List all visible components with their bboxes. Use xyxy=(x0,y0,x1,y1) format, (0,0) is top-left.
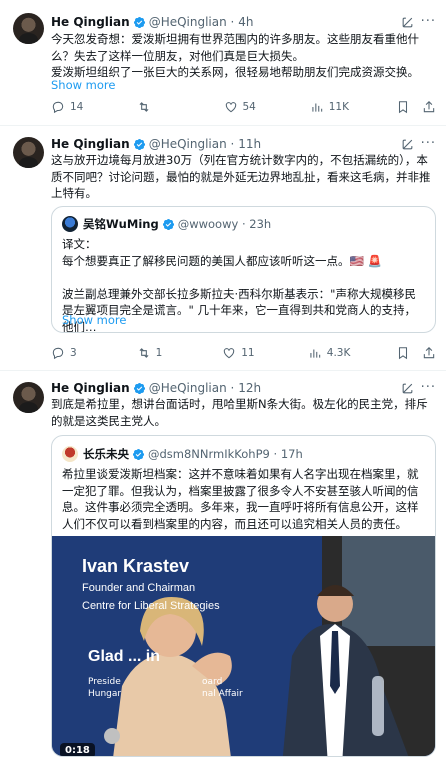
share-icon[interactable] xyxy=(422,100,436,114)
reply-button[interactable]: 14 xyxy=(51,100,91,114)
dot-separator: · xyxy=(226,15,239,29)
repost-icon xyxy=(139,102,149,112)
avatar[interactable] xyxy=(13,382,44,413)
views-icon xyxy=(310,349,320,358)
tweet-text: 这与放开边境每月放进30万（列在官方统计数字内的，不包括漏统的），本质不同吧？讨… xyxy=(51,153,431,200)
tweet-header: He Qinglian @HeQinglian · 11h xyxy=(51,136,261,152)
tweet-2[interactable]: He Qinglian @HeQinglian · 11h ··· 这与放开边境… xyxy=(0,126,446,371)
like-button[interactable]: 54 xyxy=(224,100,264,114)
dot-separator: · xyxy=(238,217,250,231)
banner-name-2: Glad ... in xyxy=(88,648,161,665)
banner-name: Ivan Krastev xyxy=(82,556,190,576)
like-icon xyxy=(225,102,236,113)
tweet-text: 到底是希拉里，想讲台面话时，甩哈里斯N条大街。极左化的民主党，排斥的就是这类民主… xyxy=(51,397,428,428)
like-count: 54 xyxy=(242,101,256,113)
more-icon[interactable]: ··· xyxy=(421,14,436,29)
quoted-tweet[interactable]: 吴铭WuMing @wwoowy · 23h 译文： 每个想要真正了解移民问题的… xyxy=(51,206,436,333)
quote-time: 17h xyxy=(280,447,303,461)
like-icon xyxy=(223,348,235,359)
quote-text: 希拉里谈爱泼斯坦档案：这并不意味着如果有人名字出现在档案里，就一定犯了罪。但我认… xyxy=(62,467,419,531)
grok-icon[interactable] xyxy=(401,382,414,395)
views-button[interactable]: 11K xyxy=(310,100,350,114)
quoted-tweet[interactable]: 长乐未央 @dsm8NNrmIkKohP9 · 17h 希拉里谈爱泼斯坦档案：这… xyxy=(51,435,436,757)
more-icon[interactable]: ··· xyxy=(421,136,436,151)
views-count: 11K xyxy=(328,101,349,113)
tweet-time[interactable]: 4h xyxy=(238,14,253,30)
banner-org: Centre for Liberal Strategies xyxy=(82,600,220,612)
tweet-text: 今天忽发奇想：爱泼斯坦拥有世界范围内的许多朋友。这些朋友看重他什么？失去了这样一… xyxy=(51,32,419,79)
tweet-actions: 14 54 11K xyxy=(51,100,436,114)
like-count: 11 xyxy=(241,347,255,359)
reply-button[interactable]: 3 xyxy=(51,346,91,360)
author-name[interactable]: He Qinglian xyxy=(51,14,130,30)
dot-separator: · xyxy=(226,137,239,151)
video-duration: 0:18 xyxy=(60,743,95,756)
verified-badge-icon xyxy=(132,448,145,460)
dot-separator: · xyxy=(226,381,239,395)
like-button[interactable]: 11 xyxy=(222,346,262,360)
quote-author-handle: @wwoowy xyxy=(177,217,239,231)
avatar[interactable] xyxy=(13,137,44,168)
quote-author-name: 吴铭WuMing xyxy=(83,217,159,231)
views-count: 4.3K xyxy=(326,347,351,359)
show-more-link[interactable]: Show more xyxy=(62,312,126,328)
author-name[interactable]: He Qinglian xyxy=(51,136,130,152)
video-banner: Ivan Krastev Founder and Chairman Centre… xyxy=(82,556,220,613)
reply-count: 3 xyxy=(70,347,77,359)
quote-time: 23h xyxy=(249,217,272,231)
bookmark-icon[interactable] xyxy=(396,100,410,114)
quote-avatar xyxy=(62,216,78,232)
grok-icon[interactable] xyxy=(401,138,414,151)
verified-badge-icon xyxy=(133,16,145,28)
verified-badge-icon xyxy=(133,138,145,150)
verified-badge-icon xyxy=(133,382,145,394)
quote-header: 吴铭WuMing @wwoowy · 23h xyxy=(62,216,271,232)
repost-button[interactable]: 1 xyxy=(137,346,177,360)
quote-avatar xyxy=(62,446,78,462)
grok-icon[interactable] xyxy=(401,16,414,29)
tweet-time[interactable]: 12h xyxy=(238,380,261,396)
banner-role-2-right: oard nal Affair xyxy=(202,677,243,699)
tweet-extra-actions xyxy=(396,100,436,114)
avatar[interactable] xyxy=(13,13,44,44)
quote-author-handle: @dsm8NNrmIkKohP9 xyxy=(148,447,270,461)
views-button[interactable]: 4.3K xyxy=(308,346,351,360)
author-handle[interactable]: @HeQinglian xyxy=(149,14,227,30)
author-name[interactable]: He Qinglian xyxy=(51,380,130,396)
reply-count: 14 xyxy=(70,101,84,113)
bookmark-icon[interactable] xyxy=(396,346,410,360)
repost-icon xyxy=(139,348,149,358)
share-icon[interactable] xyxy=(422,346,436,360)
show-more-link[interactable]: Show more xyxy=(51,77,115,93)
reply-icon xyxy=(52,347,64,360)
author-handle[interactable]: @HeQinglian xyxy=(149,136,227,152)
views-icon xyxy=(312,103,322,112)
tweet-actions: 3 1 11 4.3K xyxy=(51,346,436,360)
author-handle[interactable]: @HeQinglian xyxy=(149,380,227,396)
reply-icon xyxy=(52,101,64,114)
banner-title: Founder and Chairman xyxy=(82,582,196,594)
tweet-time[interactable]: 11h xyxy=(238,136,261,152)
repost-count: 1 xyxy=(155,347,163,359)
dot-separator: · xyxy=(269,447,281,461)
tweet-3[interactable]: He Qinglian @HeQinglian · 12h ··· 到底是希拉里… xyxy=(0,371,446,761)
banner-role-2: Preside Hungar xyxy=(88,677,122,699)
repost-button[interactable] xyxy=(137,100,177,114)
quote-author-name: 长乐未央 xyxy=(83,447,129,461)
quote-header: 长乐未央 @dsm8NNrmIkKohP9 · 17h xyxy=(62,446,303,462)
more-icon[interactable]: ··· xyxy=(421,380,436,395)
tweet-header: He Qinglian @HeQinglian · 4h xyxy=(51,14,253,30)
tweet-header: He Qinglian @HeQinglian · 12h xyxy=(51,380,261,396)
tweet-extra-actions xyxy=(396,346,436,360)
video-player[interactable]: Ivan Krastev Founder and Chairman Centre… xyxy=(52,536,435,756)
verified-badge-icon xyxy=(162,218,174,230)
tweet-1[interactable]: He Qinglian @HeQinglian · 4h ··· 今天忽发奇想：… xyxy=(0,0,446,126)
